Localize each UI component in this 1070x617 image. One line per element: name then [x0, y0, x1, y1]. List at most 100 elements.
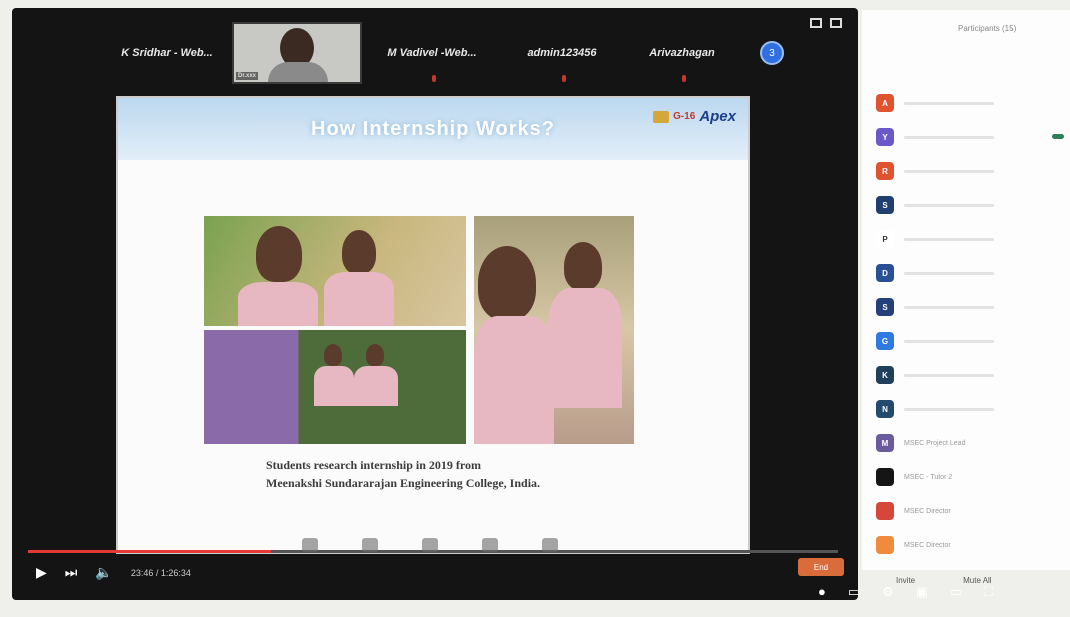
slide-logos: G-16 Apex — [653, 108, 736, 125]
person-face — [256, 226, 302, 282]
participant-avatar — [876, 502, 894, 520]
next-icon[interactable]: ⏭ — [65, 564, 78, 581]
participant-avatar: S — [876, 298, 894, 316]
participant-row[interactable]: K — [876, 358, 1066, 392]
logo-small: G-16 — [673, 111, 696, 122]
participants-panel: Participants (15) A Y R S P D S G K N M MSEC Projec… — [862, 10, 1070, 585]
participant-name-placeholder — [904, 271, 994, 275]
participant-avatar: K — [876, 366, 894, 384]
participant-tile[interactable]: admin123456 — [502, 22, 622, 84]
participant-row[interactable]: MSEC Director — [876, 528, 1066, 562]
end-meeting-button[interactable]: End — [798, 558, 844, 576]
caption-line: Students research internship in 2019 fro… — [266, 458, 482, 472]
participant-strip: K Sridhar - Web... Dr.xxx M Vadivel -Web… — [102, 14, 852, 92]
participant-name: admin123456 — [527, 47, 597, 59]
mute-all-button[interactable]: Mute All — [963, 576, 991, 585]
internship-photo-2 — [204, 330, 466, 444]
person-shirt — [474, 316, 554, 444]
muted-mic-icon — [682, 75, 686, 82]
participant-row[interactable]: S — [876, 188, 1066, 222]
reactions-icon[interactable] — [542, 538, 558, 552]
participant-name: MSEC Project Lead — [904, 439, 966, 447]
participant-name-placeholder — [904, 135, 994, 139]
active-video-tile[interactable]: Dr.xxx — [232, 22, 362, 84]
participant-row[interactable]: D — [876, 256, 1066, 290]
fullscreen-icon[interactable]: ⛶ — [984, 584, 993, 600]
person-shirt — [324, 272, 394, 326]
participant-name-placeholder — [904, 101, 994, 105]
participant-row[interactable]: M MSEC Project Lead — [876, 426, 1066, 460]
participant-row[interactable]: G — [876, 324, 1066, 358]
participants-list: A Y R S P D S G K N M MSEC Project Lead MSEC - Tutor… — [876, 86, 1066, 562]
person-face — [564, 242, 602, 290]
participant-name-placeholder — [904, 339, 994, 343]
speaker-body — [268, 62, 328, 82]
participant-avatar: A — [876, 94, 894, 112]
participant-avatar: S — [876, 196, 894, 214]
record-icon[interactable] — [482, 538, 498, 552]
participant-name: MSEC Director — [904, 541, 951, 549]
person-face — [324, 344, 342, 366]
participant-tile[interactable]: Arivazhagan — [622, 22, 742, 84]
participant-avatar: N — [876, 400, 894, 418]
video-player[interactable]: K Sridhar - Web... Dr.xxx M Vadivel -Web… — [12, 8, 858, 600]
participant-name-placeholder — [904, 373, 994, 377]
panel-title: Participants (15) — [958, 24, 1017, 33]
meeting-toolbar — [302, 538, 558, 552]
person-face — [478, 246, 536, 320]
fullscreen-icon[interactable] — [830, 18, 842, 28]
volume-icon[interactable]: 🔈 — [95, 564, 112, 581]
participant-row[interactable]: S — [876, 290, 1066, 324]
participant-name: K Sridhar - Web... — [121, 47, 213, 59]
participant-name-placeholder — [904, 407, 994, 411]
participant-avatar: D — [876, 264, 894, 282]
panel-footer: Invite Mute All — [896, 576, 992, 585]
muted-mic-icon — [432, 75, 436, 82]
participant-avatar — [876, 468, 894, 486]
emblem-logo — [653, 110, 670, 123]
participant-row[interactable]: Y — [876, 120, 1066, 154]
playback-controls: ▶ ⏭ 🔈 23:46 / 1:26:34 — [36, 564, 191, 581]
participant-count-badge[interactable]: 3 — [760, 41, 784, 65]
invite-button[interactable]: Invite — [896, 576, 915, 585]
participant-row[interactable]: MSEC - Tutor 2 — [876, 460, 1066, 494]
participant-name-placeholder — [904, 305, 994, 309]
participant-name-placeholder — [904, 169, 994, 173]
person-shirt — [354, 366, 398, 406]
participant-avatar: Y — [876, 128, 894, 146]
participant-tile[interactable]: M Vadivel -Web... — [362, 22, 502, 84]
participant-row[interactable]: R — [876, 154, 1066, 188]
participant-name: MSEC Director — [904, 507, 951, 515]
participants-icon[interactable] — [302, 538, 318, 552]
gallery-view-icon[interactable] — [810, 18, 822, 28]
miniplayer-icon[interactable]: ▣ — [916, 584, 928, 600]
share-screen-icon[interactable] — [422, 538, 438, 552]
participant-name: M Vadivel -Web... — [387, 47, 477, 59]
person-shirt — [548, 288, 622, 408]
internship-photo-3 — [474, 216, 634, 444]
player-controls: ▶ ⏭ 🔈 23:46 / 1:26:34 End — [12, 538, 858, 596]
play-icon[interactable]: ▶ — [36, 564, 47, 581]
participant-avatar: R — [876, 162, 894, 180]
view-controls — [810, 18, 842, 28]
participant-row[interactable]: N — [876, 392, 1066, 426]
shared-slide: How Internship Works? G-16 Apex Students… — [116, 96, 750, 554]
participant-avatar: P — [876, 230, 894, 248]
person-shirt — [314, 366, 354, 406]
participant-avatar — [876, 536, 894, 554]
autoplay-toggle-icon[interactable]: ● — [818, 584, 826, 600]
player-right-controls: ● ▭ ⚙ ▣ ▭ ⛶ — [818, 584, 994, 600]
settings-gear-icon[interactable]: ⚙ — [882, 584, 894, 600]
video-tile-label: Dr.xxx — [236, 72, 259, 80]
theater-mode-icon[interactable]: ▭ — [950, 584, 962, 600]
participant-row[interactable]: A — [876, 86, 1066, 120]
subtitles-icon[interactable]: ▭ — [848, 584, 860, 600]
slide-caption: Students research internship in 2019 fro… — [266, 456, 626, 492]
chat-icon[interactable] — [362, 538, 378, 552]
participant-row[interactable]: P — [876, 222, 1066, 256]
apex-logo: Apex — [699, 108, 736, 125]
participant-name: MSEC - Tutor 2 — [904, 473, 953, 481]
person-face — [342, 230, 376, 274]
participant-tile[interactable]: K Sridhar - Web... — [102, 22, 232, 84]
participant-row[interactable]: MSEC Director — [876, 494, 1066, 528]
